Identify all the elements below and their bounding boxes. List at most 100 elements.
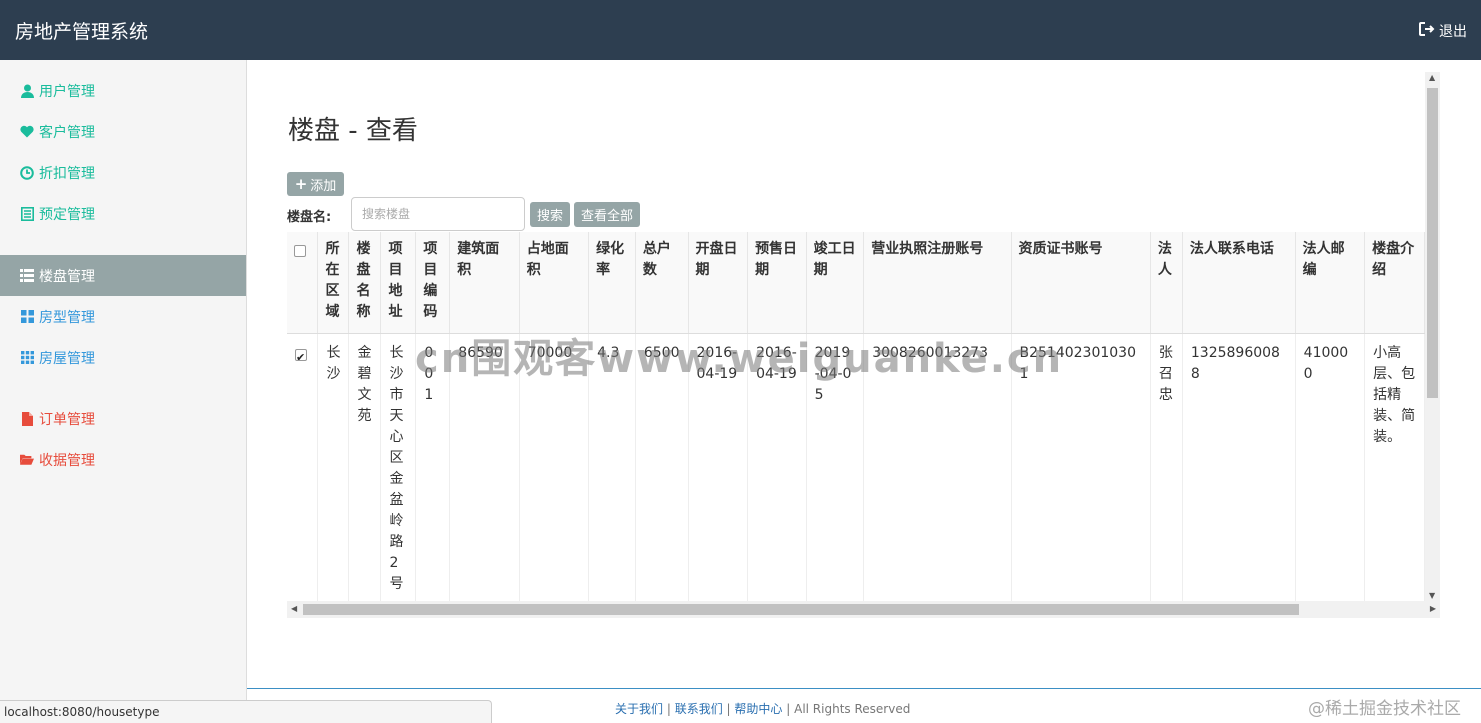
main-content: 楼盘 - 查看 + 添加 楼盘名: 搜索 查看全部 所在区域 楼盘名称 项目地址… (248, 60, 1481, 688)
footer-rights: | All Rights Reserved (786, 702, 911, 716)
sidebar-item-receipts[interactable]: 收据管理 (0, 439, 246, 480)
column-header: 项目地址 (380, 232, 417, 334)
footer-help-link[interactable]: 帮助中心 (734, 702, 782, 716)
sidebar-item-discounts[interactable]: 折扣管理 (0, 152, 246, 193)
sidebar-item-reservations[interactable]: 预定管理 (0, 193, 246, 234)
column-header: 绿化率 (588, 232, 636, 334)
folder-open-icon (20, 453, 34, 467)
vertical-scrollbar[interactable]: ▲ ▼ (1425, 72, 1440, 601)
buildings-table-container[interactable]: 所在区域 楼盘名称 项目地址 项目编码 建筑面积 占地面积 绿化率 总户数 开盘… (287, 232, 1425, 601)
add-button[interactable]: + 添加 (287, 172, 344, 196)
clock-icon (20, 165, 34, 180)
vertical-scroll-thumb[interactable] (1427, 88, 1438, 398)
row-select-cell[interactable] (287, 333, 319, 601)
scroll-right-icon[interactable]: ▶ (1430, 604, 1436, 613)
table-row[interactable]: 长沙 金碧文苑 长沙市天心区金盆岭路2号 001 86590 70000 4.3… (287, 333, 1425, 601)
browser-status-bar: localhost:8080/housetype (0, 700, 492, 723)
column-header: 预售日期 (747, 232, 807, 334)
table-cell: 长沙 (317, 333, 350, 601)
file-icon (20, 411, 34, 426)
sidebar-item-label: 订单管理 (39, 411, 95, 428)
table-cell: 13258960088 (1182, 333, 1296, 601)
logout-icon (1419, 22, 1435, 40)
column-header: 所在区域 (317, 232, 350, 334)
table-cell: 小高层、包括精装、简装。 (1364, 333, 1425, 601)
column-header: 楼盘名称 (348, 232, 382, 334)
select-all-checkbox[interactable] (294, 245, 306, 257)
table-cell: 70000 (519, 333, 590, 601)
search-label: 楼盘名: (287, 210, 332, 225)
sidebar-item-buildings[interactable]: 楼盘管理 (0, 255, 246, 296)
scroll-left-icon[interactable]: ◀ (291, 604, 297, 613)
sidebar-item-label: 收据管理 (39, 452, 95, 469)
scroll-up-icon[interactable]: ▲ (1429, 73, 1435, 82)
sidebar-item-orders[interactable]: 订单管理 (0, 398, 246, 439)
sidebar-item-label: 预定管理 (39, 206, 95, 223)
list-icon (20, 206, 34, 221)
user-icon (20, 84, 34, 98)
table-cell: 4.3 (588, 333, 636, 601)
table-cell: 86590 (449, 333, 520, 601)
view-all-button[interactable]: 查看全部 (574, 202, 640, 227)
grid-icon (20, 310, 34, 324)
add-button-label: 添加 (310, 178, 337, 194)
sidebar-item-customers[interactable]: 客户管理 (0, 111, 246, 152)
grid-icon (20, 269, 34, 283)
table-cell: 001 (415, 333, 451, 601)
page-title: 楼盘 - 查看 (288, 116, 418, 146)
sidebar-item-label: 客户管理 (39, 124, 95, 141)
sidebar-item-users[interactable]: 用户管理 (0, 70, 246, 111)
row-checkbox[interactable] (295, 347, 307, 368)
sidebar-item-label: 房型管理 (39, 309, 95, 326)
column-header: 法人 (1150, 232, 1183, 334)
column-header: 开盘日期 (688, 232, 749, 334)
sidebar-item-houses[interactable]: 房屋管理 (0, 337, 246, 378)
logout-button[interactable]: 退出 (1419, 21, 1467, 41)
grid-small-icon (20, 351, 34, 365)
plus-icon: + (294, 175, 308, 193)
table-cell: 张召忠 (1150, 333, 1183, 601)
column-header: 资质证书账号 (1011, 232, 1151, 334)
sidebar-item-room-types[interactable]: 房型管理 (0, 296, 246, 337)
table-cell: 2019-04-05 (806, 333, 865, 601)
sidebar-item-label: 房屋管理 (39, 350, 95, 367)
logout-label: 退出 (1439, 24, 1467, 40)
column-header: 法人联系电话 (1182, 232, 1296, 334)
heart-icon (20, 125, 34, 139)
footer-separator: | (666, 702, 675, 716)
column-header: 占地面积 (519, 232, 590, 334)
table-header-row: 所在区域 楼盘名称 项目地址 项目编码 建筑面积 占地面积 绿化率 总户数 开盘… (287, 232, 1425, 334)
sidebar-item-label: 折扣管理 (39, 165, 95, 182)
select-all-header[interactable] (287, 232, 319, 334)
sidebar-item-label: 用户管理 (39, 83, 95, 100)
column-header: 竣工日期 (806, 232, 865, 334)
column-header: 建筑面积 (449, 232, 520, 334)
juejin-watermark: @稀土掘金技术社区 (1308, 699, 1461, 719)
column-header: 楼盘介绍 (1364, 232, 1425, 334)
footer-about-link[interactable]: 关于我们 (615, 702, 663, 716)
footer-links: 关于我们 | 联系我们 | 帮助中心 | All Rights Reserved (615, 700, 910, 717)
table-cell: 3008260013273 (863, 333, 1012, 601)
table-cell: 2016-04-19 (747, 333, 807, 601)
search-input[interactable] (351, 197, 525, 231)
table-cell: B2514023010301 (1011, 333, 1151, 601)
top-navbar: 房地产管理系统 退出 (0, 0, 1481, 60)
scroll-down-icon[interactable]: ▼ (1429, 591, 1435, 600)
table-cell: 2016-04-19 (688, 333, 749, 601)
footer-contact-link[interactable]: 联系我们 (675, 702, 723, 716)
horizontal-scroll-thumb[interactable] (303, 604, 1299, 615)
column-header: 法人邮编 (1295, 232, 1366, 334)
table-cell: 金碧文苑 (348, 333, 382, 601)
buildings-table: 所在区域 楼盘名称 项目地址 项目编码 建筑面积 占地面积 绿化率 总户数 开盘… (287, 232, 1425, 601)
app-title: 房地产管理系统 (15, 21, 149, 43)
horizontal-scrollbar[interactable]: ◀ ▶ (287, 601, 1440, 618)
table-cell: 410000 (1295, 333, 1366, 601)
column-header: 总户数 (635, 232, 689, 334)
sidebar-item-label: 楼盘管理 (39, 268, 95, 285)
column-header: 项目编码 (415, 232, 451, 334)
column-header: 营业执照注册账号 (863, 232, 1012, 334)
table-cell: 6500 (635, 333, 689, 601)
table-cell: 长沙市天心区金盆岭路2号 (380, 333, 417, 601)
sidebar: 用户管理 客户管理 折扣管理 预定管理 楼盘管理 房型管理 房屋管理 订单管理 … (0, 60, 247, 723)
search-button[interactable]: 搜索 (530, 202, 570, 227)
